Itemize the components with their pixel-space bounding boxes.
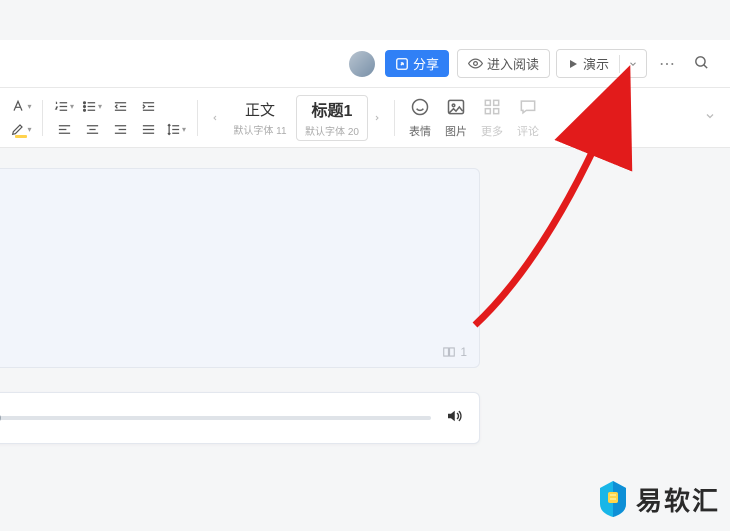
align-right-button[interactable] (109, 119, 131, 139)
volume-button[interactable] (445, 407, 463, 430)
align-justify-button[interactable] (137, 119, 159, 139)
reading-label: 进入阅读 (487, 54, 539, 73)
insert-more-button: 更多 (481, 97, 503, 139)
more-horizontal-icon: ⋯ (659, 54, 675, 74)
style-heading1[interactable]: 标题1 默认字体 20 (296, 95, 368, 141)
more-menu-button[interactable]: ⋯ (653, 50, 681, 78)
presentation-button[interactable]: 演示 (557, 50, 619, 77)
insert-group: 表情 图片 更多 评论 (395, 97, 553, 139)
highlight-swatch (15, 135, 27, 138)
chevron-down-icon: ▾ (27, 125, 31, 134)
insert-emoji-label: 表情 (409, 123, 431, 139)
align-left-button[interactable] (53, 119, 75, 139)
comment-icon (518, 97, 538, 121)
style-h1-label: 标题1 (312, 97, 353, 121)
document-area: 1 (0, 150, 730, 531)
list-align-group: ▾ ▾ ▾ (43, 94, 197, 142)
insert-more-label: 更多 (481, 123, 503, 139)
style-next-button[interactable] (368, 95, 386, 141)
reading-mode-button[interactable]: 进入阅读 (457, 49, 550, 78)
share-icon (395, 57, 409, 71)
grid-icon (482, 97, 502, 121)
chevron-down-icon: ▾ (27, 102, 31, 111)
presentation-button-group: 演示 (556, 49, 647, 78)
window-top-spacer (0, 0, 730, 40)
chevron-down-icon (628, 59, 638, 69)
page-indicator: 1 (442, 345, 467, 359)
audio-seek-handle[interactable] (0, 413, 1, 423)
user-avatar[interactable] (349, 51, 375, 77)
unordered-list-button[interactable]: ▾ (81, 96, 103, 116)
share-label: 分享 (413, 54, 439, 73)
watermark-logo-icon (596, 479, 630, 519)
align-center-button[interactable] (81, 119, 103, 139)
insert-image-button[interactable]: 图片 (445, 97, 467, 139)
watermark: 易软汇 (596, 479, 720, 519)
toolbar-expand-button[interactable] (690, 110, 730, 125)
outdent-button[interactable] (109, 96, 131, 116)
style-picker: 正文 默认字体 11 标题1 默认字体 20 (198, 95, 394, 141)
document-page[interactable]: 1 (0, 168, 480, 368)
book-icon (442, 345, 456, 359)
font-color-group: ▾ ▾ (0, 94, 42, 142)
insert-image-label: 图片 (445, 123, 467, 139)
smile-icon (410, 97, 430, 121)
eye-icon (468, 56, 483, 71)
indent-button[interactable] (137, 96, 159, 116)
search-button[interactable] (687, 50, 716, 78)
share-button[interactable]: 分享 (385, 50, 449, 77)
insert-emoji-button[interactable]: 表情 (409, 97, 431, 139)
header-bar: 分享 进入阅读 演示 ⋯ (0, 40, 730, 88)
toolbar: ▾ ▾ ▾ ▾ (0, 88, 730, 148)
volume-icon (445, 407, 463, 425)
insert-comment-button: 评论 (517, 97, 539, 139)
presentation-label: 演示 (583, 54, 609, 73)
style-body-label: 正文 (245, 99, 275, 120)
search-icon (693, 54, 710, 71)
play-icon (567, 58, 579, 70)
page-number: 1 (460, 345, 467, 359)
audio-player (0, 392, 480, 444)
ordered-list-button[interactable]: ▾ (53, 96, 75, 116)
presentation-dropdown[interactable] (619, 55, 646, 73)
font-color-button[interactable]: ▾ (10, 96, 32, 116)
watermark-text: 易软汇 (636, 481, 720, 518)
highlight-button[interactable]: ▾ (10, 119, 32, 139)
style-prev-button[interactable] (206, 95, 224, 141)
style-body[interactable]: 正文 默认字体 11 (224, 95, 296, 141)
line-spacing-button[interactable]: ▾ (165, 119, 187, 139)
insert-comment-label: 评论 (517, 123, 539, 139)
style-body-font: 默认字体 11 (233, 122, 286, 137)
image-icon (446, 97, 466, 121)
style-h1-font: 默认字体 20 (305, 123, 359, 138)
audio-seek-track[interactable] (0, 416, 431, 420)
